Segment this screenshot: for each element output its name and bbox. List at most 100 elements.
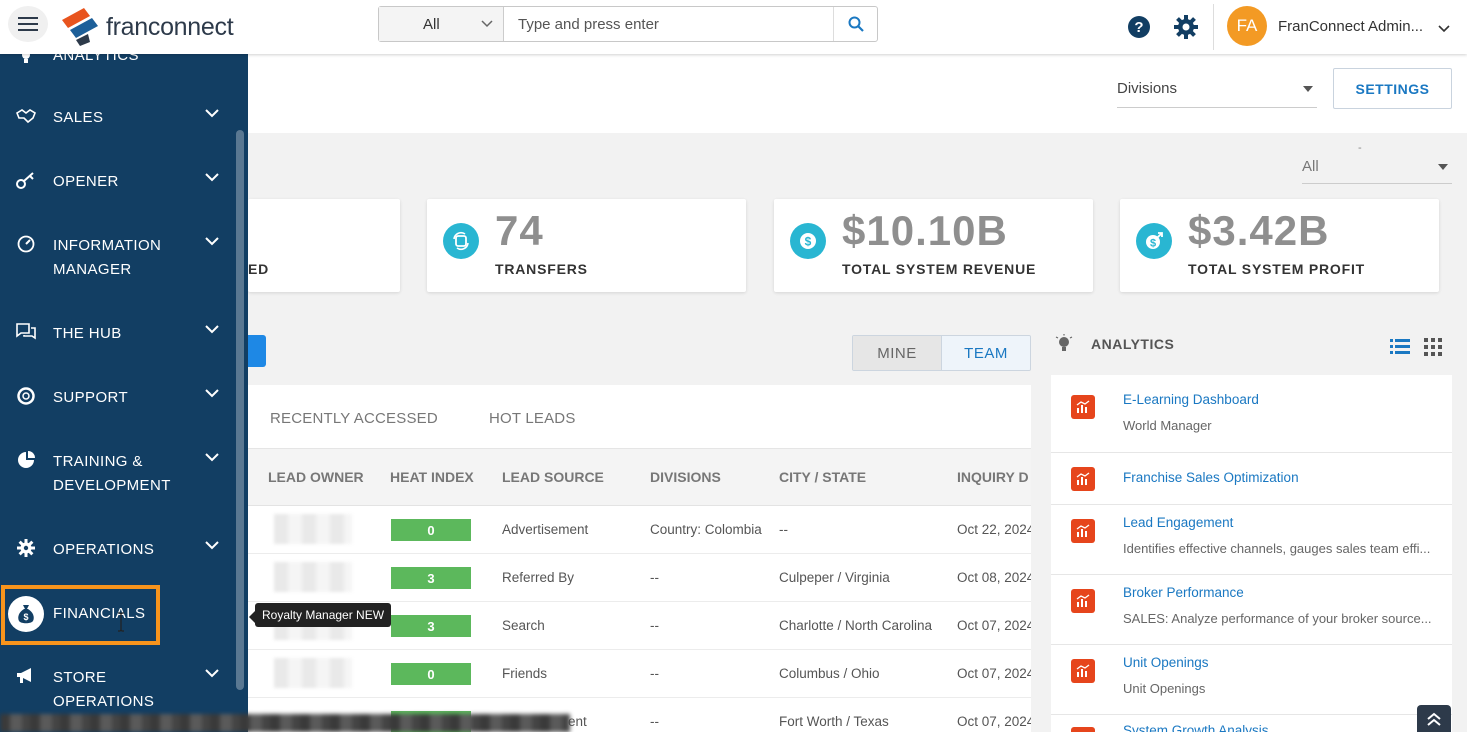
lead-source: ent — [568, 714, 587, 729]
help-icon: ? — [1128, 16, 1150, 38]
divisions-label: Divisions — [1117, 80, 1178, 97]
chevron-down-icon[interactable] — [1438, 24, 1450, 34]
transfer-icon — [443, 223, 479, 259]
chevron-down-icon — [205, 453, 219, 462]
lead-source: Friends — [502, 666, 548, 681]
analytics-item-desc: Unit Openings — [1123, 681, 1206, 696]
sidebar-item-operations[interactable]: OPERATIONS — [0, 534, 236, 574]
help-button[interactable]: ? — [1127, 15, 1151, 44]
sidebar-item-label: OPERATIONS — [53, 541, 155, 558]
sidebar-scrollbar[interactable] — [236, 130, 244, 690]
stat-label: TOTAL SYSTEM PROFIT — [1188, 261, 1365, 277]
report-chart-icon — [1071, 467, 1095, 491]
sidebar-item-training-development[interactable]: TRAINING & DEVELOPMENT — [0, 446, 236, 502]
tab-recently-accessed[interactable]: RECENTLY ACCESSED — [270, 410, 438, 427]
logo-text: franconnect — [106, 12, 234, 41]
mine-team-toggle: MINE TEAM — [852, 335, 1031, 371]
column-header[interactable]: LEAD SOURCE — [502, 469, 604, 485]
analytics-panel: E-Learning Dashboard World Manager Franc… — [1051, 375, 1452, 732]
team-button[interactable]: TEAM — [942, 336, 1030, 370]
megaphone-icon — [15, 665, 37, 687]
list-view-icon[interactable] — [1390, 338, 1410, 356]
column-header[interactable]: LEAD OWNER — [268, 469, 364, 485]
sidebar-item-the-hub[interactable]: THE HUB — [0, 318, 236, 358]
search-input[interactable] — [504, 7, 833, 41]
analytics-title: ANALYTICS — [1091, 336, 1175, 352]
analytics-item[interactable]: E-Learning Dashboard World Manager — [1051, 375, 1452, 453]
svg-text:?: ? — [1134, 19, 1143, 36]
grid-view-icon[interactable] — [1424, 338, 1442, 356]
division: Country: Colombia — [650, 522, 762, 537]
chat-icon — [15, 321, 37, 343]
sidebar-item-label: SALES — [53, 109, 104, 126]
sidebar-item-opener[interactable]: OPENER — [0, 166, 236, 206]
settings-button[interactable]: SETTINGS — [1333, 68, 1452, 109]
analytics-item-title[interactable]: System Growth Analysis — [1123, 723, 1269, 732]
stat-card-revenue[interactable]: $ $10.10B TOTAL SYSTEM REVENUE — [774, 199, 1093, 292]
scroll-top-button[interactable] — [1417, 705, 1451, 732]
stat-card[interactable]: ED — [248, 199, 400, 292]
heat-index-badge: 0 — [391, 519, 471, 541]
hamburger-menu-button[interactable] — [8, 6, 48, 42]
analytics-item-title[interactable]: Franchise Sales Optimization — [1123, 470, 1299, 485]
column-header[interactable]: CITY / STATE — [779, 469, 866, 485]
tab-hot-leads[interactable]: HOT LEADS — [489, 410, 576, 427]
sidebar-item-store-operations[interactable]: STORE OPERATIONS — [0, 662, 236, 722]
lead-source: Advertisement — [502, 522, 589, 537]
sidebar-item-support[interactable]: SUPPORT — [0, 382, 236, 422]
avatar[interactable]: FA — [1227, 6, 1267, 46]
bulb-icon — [15, 54, 37, 68]
stat-label: TOTAL SYSTEM REVENUE — [842, 261, 1037, 277]
analytics-item-title[interactable]: E-Learning Dashboard — [1123, 392, 1259, 407]
table-row[interactable]: 0 Friends -- Columbus / Ohio Oct 07, 202… — [248, 650, 1031, 698]
franconnect-logo[interactable]: franconnect — [58, 6, 234, 48]
chevron-down-icon — [205, 669, 219, 678]
gear-icon — [15, 537, 37, 559]
stat-card-profit[interactable]: $ $3.42B TOTAL SYSTEM PROFIT — [1120, 199, 1439, 292]
search-icon — [848, 16, 864, 32]
stat-label: TRANSFERS — [495, 261, 588, 277]
table-row[interactable]: 0 Advertisement Country: Colombia -- Oct… — [248, 506, 1031, 554]
leads-tabs: RECENTLY ACCESSED HOT LEADS — [248, 385, 1031, 449]
city-state: -- — [779, 522, 788, 537]
mine-button[interactable]: MINE — [853, 336, 942, 370]
sidebar-item-analytics[interactable]: ANALYTICS — [0, 54, 236, 72]
stat-value: 74 — [495, 207, 544, 254]
analytics-item-title[interactable]: Broker Performance — [1123, 585, 1244, 600]
column-header[interactable]: INQUIRY D — [957, 469, 1029, 485]
sidebar-item-label-2: MANAGER — [53, 261, 132, 278]
analytics-item[interactable]: Unit Openings Unit Openings — [1051, 645, 1452, 715]
analytics-item[interactable]: Franchise Sales Optimization — [1051, 453, 1452, 505]
column-header[interactable]: HEAT INDEX — [390, 469, 474, 485]
action-button[interactable] — [248, 335, 266, 367]
inquiry-date: Oct 08, 2024 — [957, 570, 1031, 585]
report-chart-icon — [1071, 727, 1095, 732]
analytics-item[interactable]: Broker Performance SALES: Analyze perfor… — [1051, 575, 1452, 645]
city-state: Charlotte / North Carolina — [779, 618, 933, 633]
inquiry-date: Oct 07, 2024 — [957, 714, 1031, 729]
divisions-select[interactable]: Divisions — [1117, 70, 1317, 108]
analytics-item[interactable]: Lead Engagement Identifies effective cha… — [1051, 505, 1452, 575]
analytics-item-desc: Identifies effective channels, gauges sa… — [1123, 541, 1431, 556]
report-chart-icon — [1071, 519, 1095, 543]
analytics-item-title[interactable]: Lead Engagement — [1123, 515, 1233, 530]
gauge-icon — [15, 233, 37, 255]
period-filter-select[interactable]: All — [1302, 150, 1452, 184]
sidebar-item-sales[interactable]: SALES — [0, 102, 236, 142]
sidebar-item-label-2: DEVELOPMENT — [53, 477, 171, 494]
column-header[interactable]: DIVISIONS — [650, 469, 721, 485]
settings-gear-button[interactable] — [1173, 14, 1199, 45]
search-button[interactable] — [833, 7, 877, 41]
analytics-item-title[interactable]: Unit Openings — [1123, 655, 1209, 670]
redacted-bar — [0, 714, 570, 732]
user-name[interactable]: FranConnect Admin... — [1278, 18, 1423, 35]
chevron-down-icon — [205, 237, 219, 246]
city-state: Fort Worth / Texas — [779, 714, 889, 729]
sidebar-item-information-manager[interactable]: INFORMATION MANAGER — [0, 230, 236, 286]
search-scope-select[interactable]: All — [379, 7, 504, 41]
stat-card-transfers[interactable]: 74 TRANSFERS — [427, 199, 746, 292]
global-search: All — [378, 6, 878, 42]
table-row[interactable]: 3 Referred By -- Culpeper / Virginia Oct… — [248, 554, 1031, 602]
analytics-item[interactable]: System Growth Analysis — [1051, 715, 1452, 732]
stat-value: $3.42B — [1188, 207, 1330, 254]
